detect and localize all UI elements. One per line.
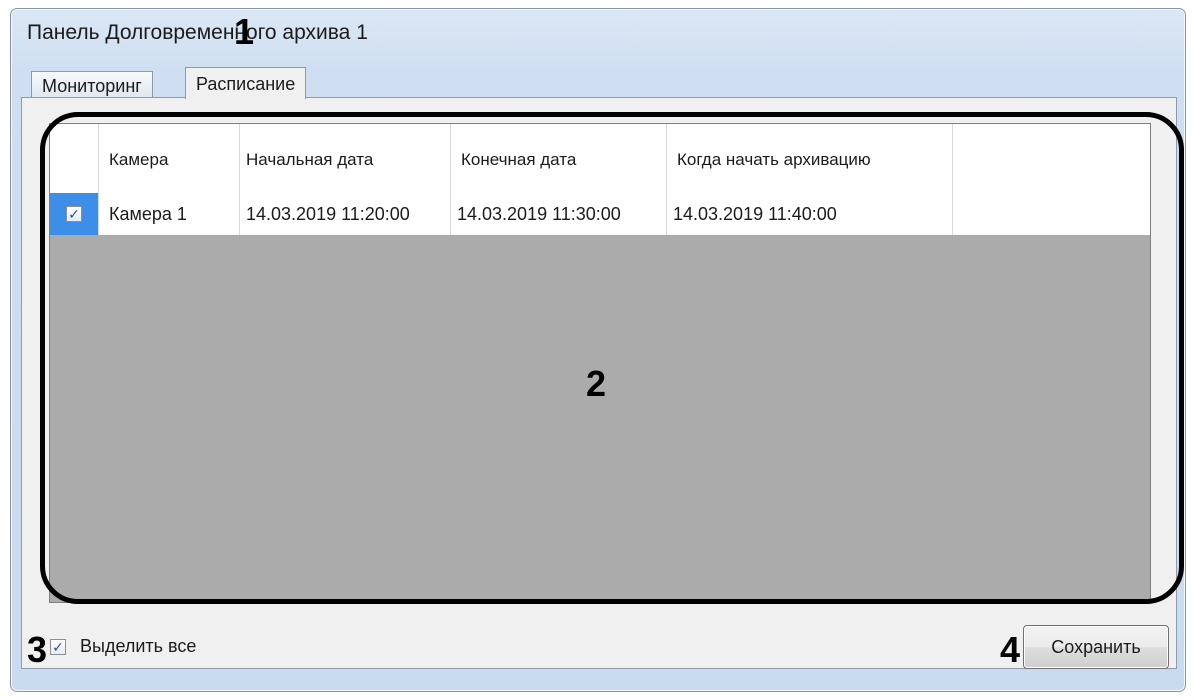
grid-header: Камера Начальная дата Конечная дата Когд…: [50, 124, 1150, 194]
header-end-date[interactable]: Конечная дата: [451, 124, 667, 193]
header-camera[interactable]: Камера: [99, 124, 240, 193]
cell-start-date[interactable]: 14.03.2019 11:20:00: [240, 193, 451, 235]
cell-archive-start[interactable]: 14.03.2019 11:40:00: [667, 193, 953, 235]
annotation-marker-2: 2: [586, 363, 607, 404]
annotation-marker-3: 3: [27, 629, 48, 670]
header-archive-start[interactable]: Когда начать архивацию: [667, 124, 953, 193]
select-all-checkbox[interactable]: ✓: [50, 638, 66, 655]
cell-filler: [953, 193, 1150, 235]
select-all-label[interactable]: Выделить все: [80, 636, 196, 657]
header-start-date[interactable]: Начальная дата: [240, 124, 451, 193]
annotation-marker-1: 1: [234, 11, 255, 52]
cell-camera[interactable]: Камера 1: [99, 193, 240, 235]
tab-monitoring[interactable]: Мониторинг: [31, 71, 153, 99]
cell-end-date[interactable]: 14.03.2019 11:30:00: [451, 193, 667, 235]
save-button[interactable]: Сохранить: [1023, 625, 1169, 669]
header-filler: [953, 124, 1150, 193]
tab-schedule[interactable]: Расписание: [185, 67, 307, 99]
annotation-marker-4: 4: [1000, 629, 1021, 670]
dialog-window: Панель Долговременного архива 1 Монитори…: [10, 8, 1186, 692]
window-title: Панель Долговременного архива 1: [27, 21, 368, 44]
check-icon: ✓: [68, 206, 80, 222]
select-all-control[interactable]: ✓ Выделить все: [50, 636, 196, 657]
check-icon: ✓: [52, 638, 64, 655]
row-select-cell[interactable]: ✓: [50, 193, 99, 235]
header-select-column: [50, 124, 99, 193]
table-row[interactable]: ✓ Камера 1 14.03.2019 11:20:00 14.03.201…: [50, 193, 1150, 235]
row-checkbox[interactable]: ✓: [66, 206, 82, 222]
